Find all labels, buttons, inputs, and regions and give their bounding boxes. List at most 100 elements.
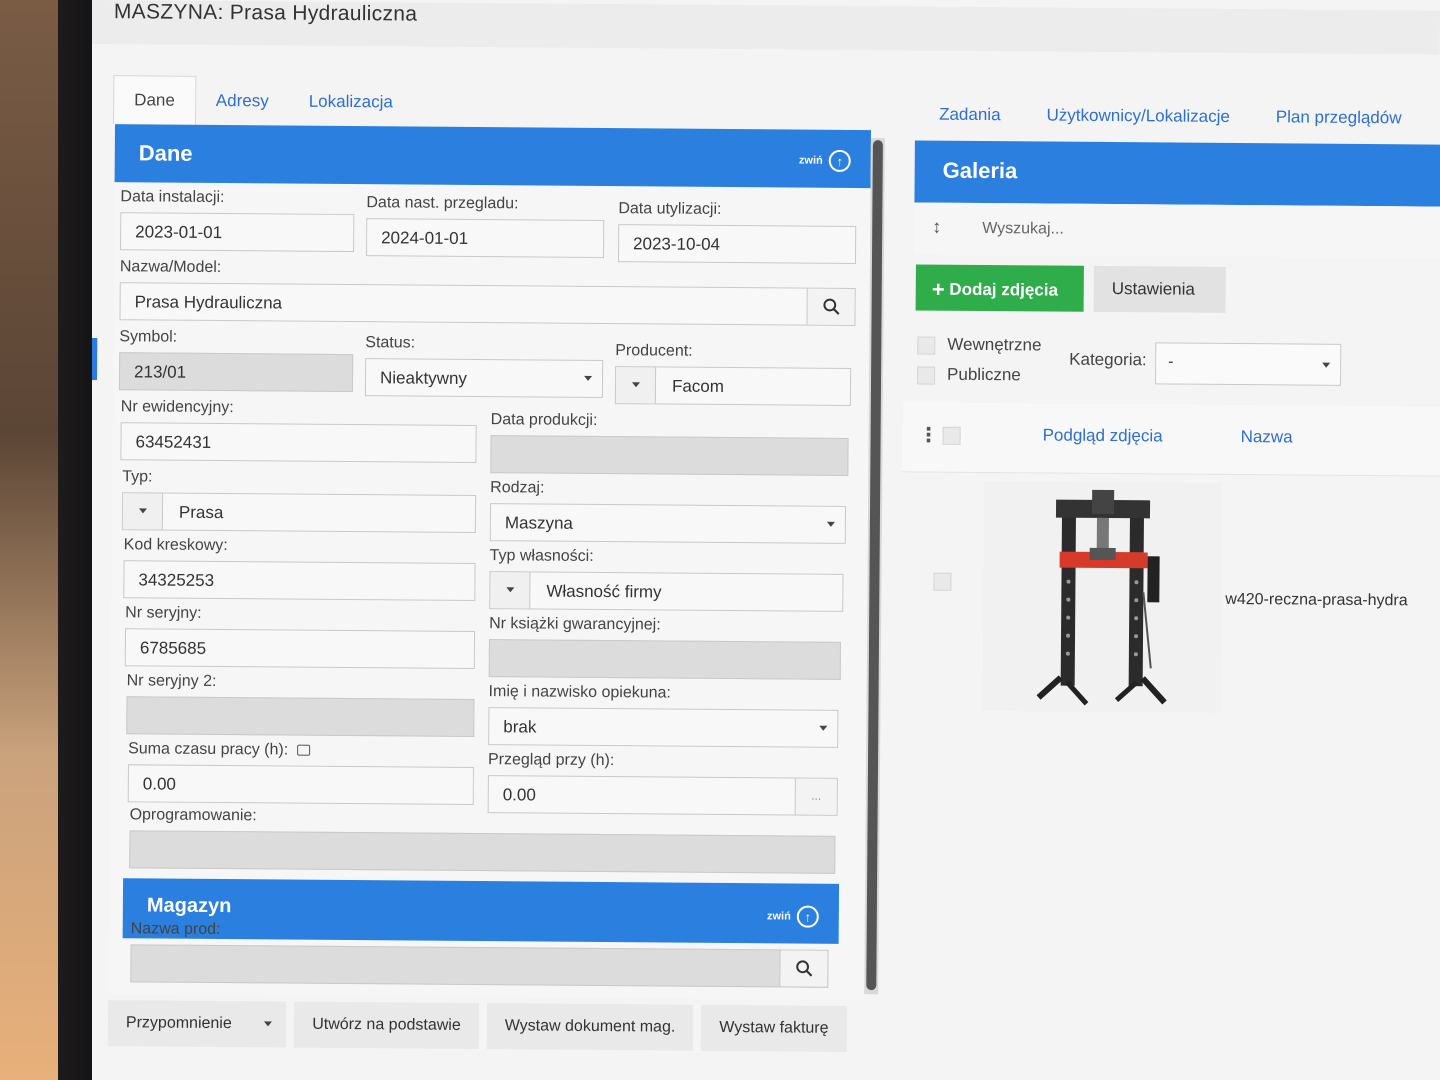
producent-label: Producent:: [615, 342, 693, 360]
rodzaj-label: Rodzaj:: [490, 479, 545, 497]
comment-icon[interactable]: [296, 744, 310, 756]
photo-filename[interactable]: w420-reczna-prasa-hydra: [1225, 591, 1407, 610]
kategoria-select[interactable]: -: [1155, 342, 1342, 386]
symbol-input[interactable]: 213/01: [118, 352, 354, 393]
utworz-na-podstawie-button[interactable]: Utwórz na podstawie: [294, 1001, 479, 1050]
row-checkbox[interactable]: [933, 572, 952, 591]
data-utylizacji-label: Data utylizacji:: [618, 200, 722, 218]
rodzaj-select[interactable]: Maszyna: [489, 503, 847, 544]
chevron-down-icon: [631, 382, 641, 388]
wystaw-dokument-button[interactable]: Wystaw dokument mag.: [486, 1003, 694, 1051]
dane-panel: Dane zwiń ↑ Data instalacji: 2023-01-01 …: [108, 124, 885, 1001]
nazwa-model-label: Nazwa/Model:: [119, 258, 222, 277]
chevron-down-icon: [584, 375, 593, 381]
select-all-checkbox[interactable]: [942, 426, 961, 445]
wewnetrzne-label: Wewnętrzne: [947, 334, 1042, 355]
search-icon: [795, 960, 812, 977]
hydraulic-press-image: [1036, 489, 1167, 706]
status-label: Status:: [365, 334, 416, 352]
collapse-label: zwiń: [798, 154, 823, 167]
screen: MASZYNA: Prasa Hydrauliczna Dane Adresy …: [92, 0, 1440, 1080]
tab-plan-przegladow[interactable]: Plan przeglądów: [1276, 107, 1402, 128]
tab-uzytkownicy-lokalizacje[interactable]: Użytkownicy/Lokalizacje: [1046, 106, 1229, 127]
ustawienia-button[interactable]: Ustawienia: [1093, 265, 1226, 313]
arrow-up-icon: ↑: [796, 905, 819, 928]
photo-thumbnail[interactable]: [982, 481, 1223, 713]
typ-select[interactable]: Prasa: [121, 492, 477, 534]
publiczne-checkbox[interactable]: [917, 366, 936, 385]
przypomnienie-button[interactable]: Przypomnienie: [107, 1000, 287, 1048]
wystaw-fakture-button[interactable]: Wystaw fakturę: [701, 1004, 847, 1052]
background-photo: [0, 0, 58, 1080]
tab-dane[interactable]: Dane: [113, 75, 197, 125]
nr-seryjny-2-input[interactable]: [126, 696, 475, 738]
kod-kreskowy-input[interactable]: 34325253: [123, 560, 476, 602]
tab-lokalizacja[interactable]: Lokalizacja: [289, 78, 413, 127]
oprogramowanie-label: Oprogramowanie:: [129, 806, 257, 825]
arrow-up-icon: ↑: [828, 149, 851, 172]
magazyn-header: Magazyn zwiń ↑: [122, 878, 840, 944]
producent-select[interactable]: Facom: [614, 366, 852, 406]
data-instalacji-label: Data instalacji:: [120, 188, 225, 207]
typ-wlasnosci-dropdown-toggle[interactable]: [490, 572, 531, 609]
przeglad-przy-more-button[interactable]: ...: [794, 778, 837, 815]
nazwa-model-input[interactable]: Prasa Hydrauliczna: [119, 282, 856, 327]
opiekun-value: brak: [503, 717, 537, 737]
kategoria-label: Kategoria:: [1069, 349, 1147, 370]
galeria-table-header: ⋮ Podgląd zdjęcia Nazwa: [902, 402, 1440, 477]
kategoria-value: -: [1168, 353, 1174, 371]
data-instalacji-input[interactable]: 2023-01-01: [120, 212, 355, 253]
nr-ksiazki-input[interactable]: [488, 639, 841, 680]
nr-ksiazki-label: Nr książki gwarancyjnej:: [489, 615, 661, 634]
galeria-search-input[interactable]: Wyszukaj...: [982, 220, 1064, 239]
data-produkcji-input[interactable]: [490, 435, 849, 476]
dodaj-zdjecia-label: Dodaj zdjęcia: [949, 279, 1059, 300]
rodzaj-value: Maszyna: [504, 513, 574, 533]
tab-zadania[interactable]: Zadania: [939, 105, 1001, 125]
dane-title: Dane: [138, 140, 193, 166]
nazwa-search-button[interactable]: [806, 288, 855, 325]
collapse-label: zwiń: [766, 910, 791, 923]
more-vertical-icon[interactable]: ⋮: [919, 423, 939, 448]
galeria-header: Galeria: [914, 140, 1440, 207]
opiekun-select[interactable]: brak: [488, 707, 839, 748]
page-title: MASZYNA: Prasa Hydrauliczna: [113, 0, 418, 26]
typ-dropdown-toggle[interactable]: [122, 493, 164, 530]
dodaj-zdjecia-button[interactable]: + Dodaj zdjęcia: [915, 264, 1084, 312]
suma-czasu-label: Suma czasu pracy (h):: [128, 740, 310, 759]
status-select[interactable]: Nieaktywny: [364, 358, 604, 399]
symbol-label: Symbol:: [119, 328, 178, 346]
data-nast-przegladu-input[interactable]: 2024-01-01: [365, 218, 605, 259]
col-nazwa[interactable]: Nazwa: [1241, 427, 1293, 447]
producent-dropdown-toggle[interactable]: [615, 367, 657, 404]
right-tabs: Zadania Użytkownicy/Lokalizacje Plan prz…: [939, 105, 1402, 129]
nr-seryjny-input[interactable]: 6785685: [124, 628, 476, 670]
nazwa-prod-input[interactable]: [130, 944, 829, 988]
status-value: Nieaktywny: [379, 368, 468, 388]
opiekun-label: Imię i nazwisko opiekuna:: [488, 683, 671, 702]
data-utylizacji-input[interactable]: 2023-10-04: [617, 224, 857, 265]
col-podglad-zdjecia[interactable]: Podgląd zdjęcia: [1043, 425, 1163, 446]
typ-value: Prasa: [178, 502, 224, 523]
sort-icon[interactable]: ↕: [932, 217, 941, 238]
chevron-down-icon: [264, 1021, 273, 1027]
magazyn-collapse-button[interactable]: zwiń ↑: [766, 905, 819, 928]
dane-header: Dane zwiń ↑: [114, 124, 872, 189]
wewnetrzne-checkbox[interactable]: [917, 336, 936, 355]
dane-collapse-button[interactable]: zwiń ↑: [798, 149, 851, 172]
nazwa-model-value: Prasa Hydrauliczna: [134, 292, 283, 313]
nazwa-prod-label: Nazwa prod:: [130, 920, 221, 939]
typ-wlasnosci-label: Typ własności:: [489, 547, 594, 565]
nr-ewidencyjny-input[interactable]: 63452431: [120, 422, 477, 464]
data-nast-przegladu-label: Data nast. przegladu:: [366, 194, 519, 213]
oprogramowanie-input[interactable]: [129, 830, 836, 874]
plus-icon: +: [931, 276, 945, 302]
typ-label: Typ:: [122, 468, 153, 486]
nr-seryjny-2-label: Nr seryjny 2:: [126, 672, 217, 690]
suma-czasu-input[interactable]: 0.00: [127, 764, 474, 806]
typ-wlasnosci-select[interactable]: Własność firmy: [489, 571, 844, 612]
tab-adresy[interactable]: Adresy: [196, 77, 289, 126]
nazwa-prod-search-button[interactable]: [779, 950, 828, 987]
przeglad-przy-input[interactable]: 0.00 ...: [487, 775, 838, 816]
galeria-panel: Galeria ↕ Wyszukaj... + Dodaj zdjęcia Us…: [902, 140, 1440, 724]
